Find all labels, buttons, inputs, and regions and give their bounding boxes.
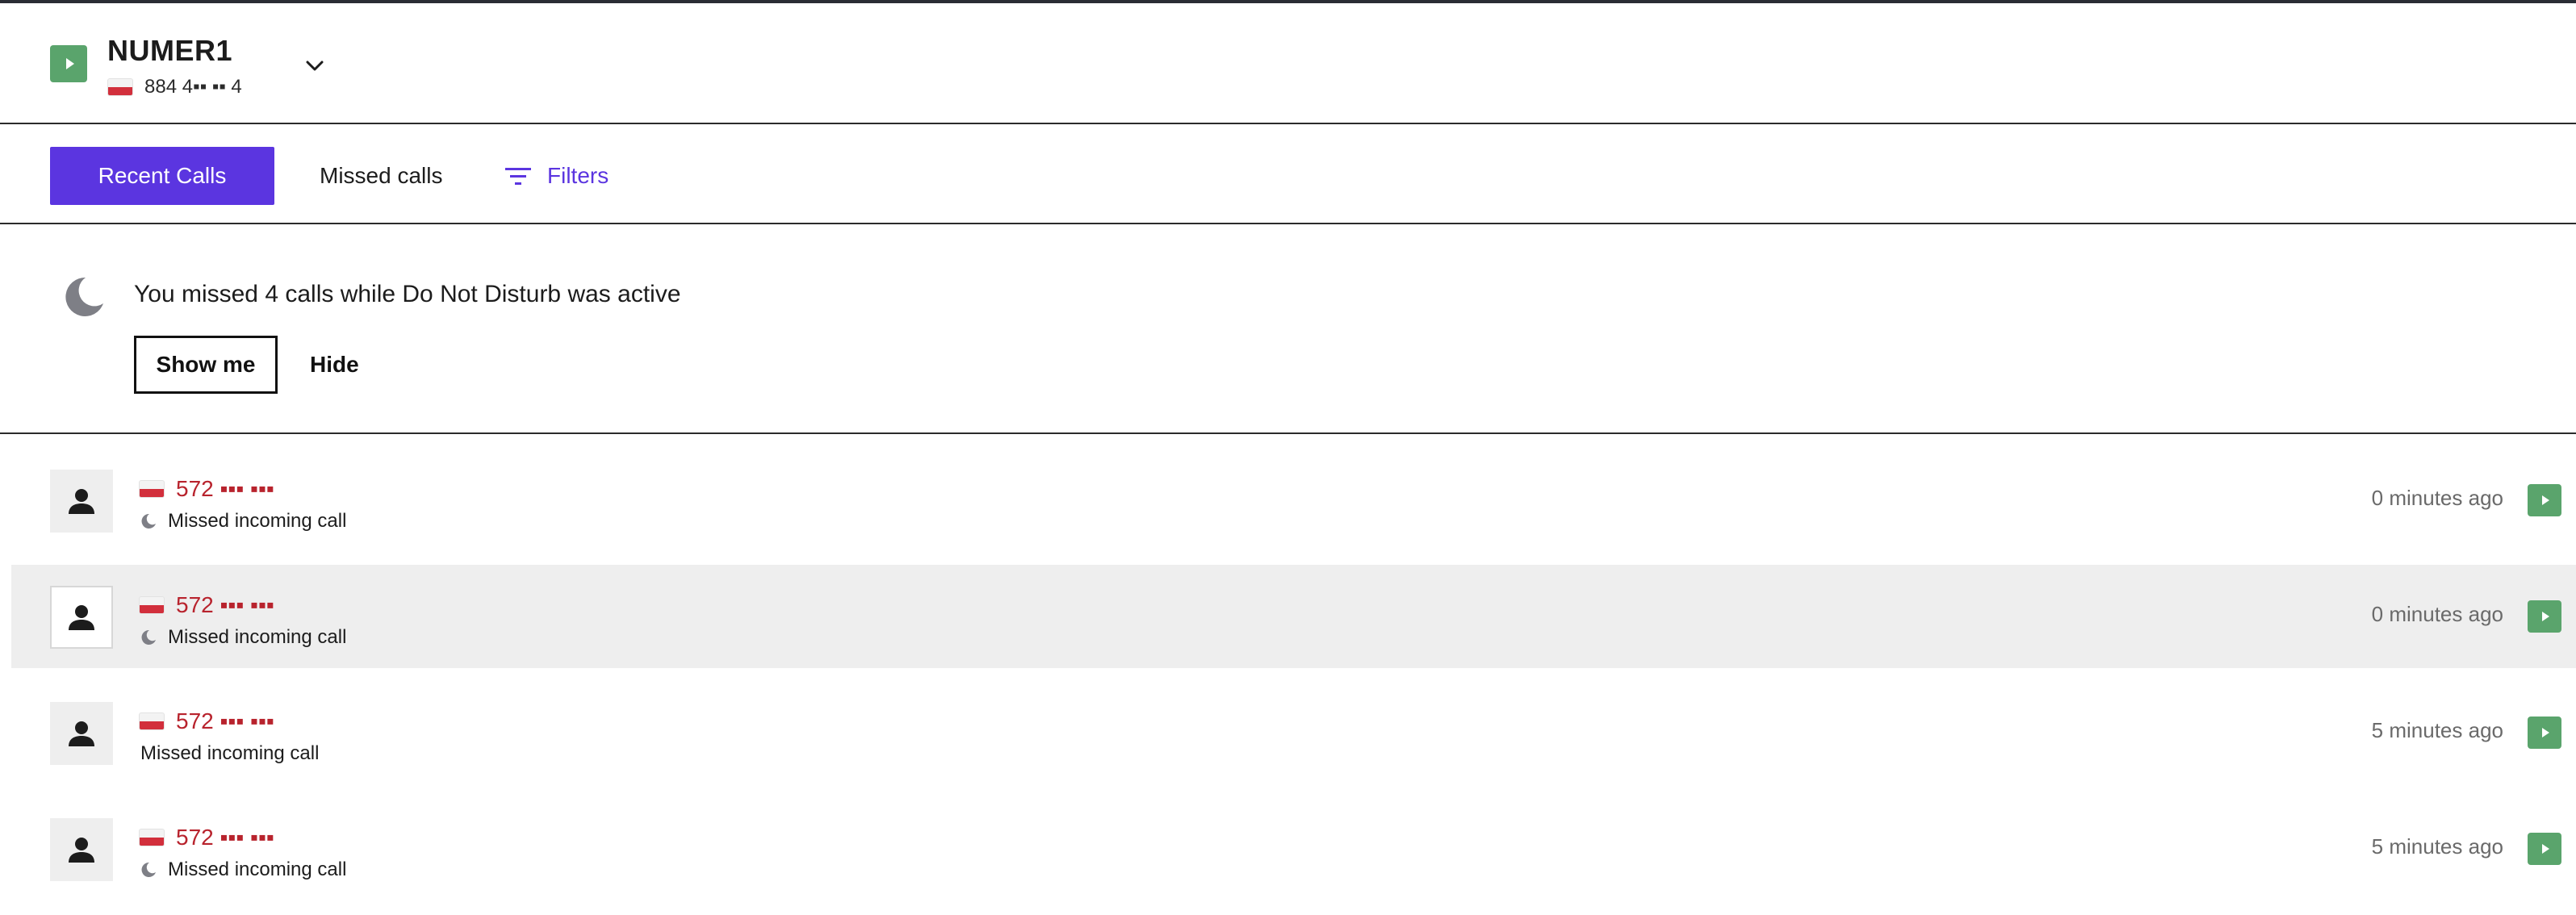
person-icon	[69, 838, 94, 863]
moon-icon	[61, 274, 107, 324]
call-time: 0 minutes ago	[2371, 602, 2503, 626]
hide-button[interactable]: Hide	[310, 336, 359, 394]
call-time: 5 minutes ago	[2371, 834, 2503, 859]
caller-number: 572 ▪▪▪ ▪▪▪	[176, 476, 274, 501]
play-icon	[2542, 612, 2549, 621]
call-status: Missed incoming call	[140, 626, 346, 649]
filters-label: Filters	[547, 163, 609, 188]
line-number: 884 4▪▪ ▪▪ 4	[144, 76, 242, 98]
caller: 572 ▪▪▪ ▪▪▪	[139, 476, 274, 502]
person-icon	[69, 721, 94, 746]
call-tabs: Recent Calls Missed calls Filters	[0, 126, 2576, 224]
call-time: 0 minutes ago	[2371, 486, 2503, 510]
call-time: 5 minutes ago	[2371, 718, 2503, 742]
poland-flag-icon	[139, 480, 165, 498]
call-row[interactable]: 572 ▪▪▪ ▪▪▪ Missed incoming call 5 minut…	[0, 797, 2576, 900]
call-status-text: Missed incoming call	[140, 742, 320, 764]
call-status: Missed incoming call	[140, 859, 346, 881]
line-badge[interactable]	[50, 45, 87, 82]
caller: 572 ▪▪▪ ▪▪▪	[139, 708, 274, 734]
call-status-text: Missed incoming call	[168, 510, 347, 532]
line-dropdown-button[interactable]	[302, 53, 328, 79]
caller-number: 572 ▪▪▪ ▪▪▪	[176, 592, 274, 617]
filter-icon	[505, 166, 531, 186]
call-play-button[interactable]	[2528, 484, 2561, 516]
line-name: NUMER1	[107, 34, 233, 67]
play-icon	[65, 58, 74, 69]
caller-number: 572 ▪▪▪ ▪▪▪	[176, 708, 274, 733]
filters-button[interactable]: Filters	[505, 147, 608, 205]
call-status-text: Missed incoming call	[168, 859, 347, 880]
poland-flag-icon	[107, 78, 133, 96]
dnd-notice-text: You missed 4 calls while Do Not Disturb …	[134, 281, 681, 307]
call-row[interactable]: 572 ▪▪▪ ▪▪▪ Missed incoming call 0 minut…	[0, 449, 2576, 552]
call-row[interactable]: 572 ▪▪▪ ▪▪▪ Missed incoming call 5 minut…	[0, 681, 2576, 784]
call-status: Missed incoming call	[140, 742, 319, 765]
caller: 572 ▪▪▪ ▪▪▪	[139, 825, 274, 850]
tab-recent-calls[interactable]: Recent Calls	[50, 147, 274, 205]
call-row[interactable]: 572 ▪▪▪ ▪▪▪ Missed incoming call 0 minut…	[11, 565, 2576, 668]
call-play-button[interactable]	[2528, 600, 2561, 633]
person-icon	[69, 605, 94, 630]
avatar	[50, 818, 113, 881]
show-me-button[interactable]: Show me	[134, 336, 278, 394]
moon-icon	[140, 862, 157, 878]
poland-flag-icon	[139, 829, 165, 846]
tab-missed-calls[interactable]: Missed calls	[320, 147, 442, 205]
avatar	[50, 586, 113, 649]
play-icon	[2542, 495, 2549, 505]
line-number-row: 884 4▪▪ ▪▪ 4	[107, 76, 242, 98]
chevron-down-icon	[306, 61, 324, 71]
play-icon	[2542, 728, 2549, 737]
call-list: 572 ▪▪▪ ▪▪▪ Missed incoming call 0 minut…	[0, 436, 2576, 900]
moon-icon	[140, 513, 157, 529]
call-play-button[interactable]	[2528, 833, 2561, 865]
line-header: NUMER1 884 4▪▪ ▪▪ 4	[0, 3, 2576, 124]
poland-flag-icon	[139, 596, 165, 614]
moon-icon	[140, 629, 157, 646]
avatar	[50, 470, 113, 533]
dnd-notice: You missed 4 calls while Do Not Disturb …	[0, 224, 2576, 434]
caller-number: 572 ▪▪▪ ▪▪▪	[176, 825, 274, 850]
call-status-text: Missed incoming call	[168, 626, 347, 648]
avatar	[50, 702, 113, 765]
call-play-button[interactable]	[2528, 717, 2561, 749]
caller: 572 ▪▪▪ ▪▪▪	[139, 592, 274, 618]
call-status: Missed incoming call	[140, 510, 346, 533]
person-icon	[69, 489, 94, 514]
poland-flag-icon	[139, 712, 165, 730]
play-icon	[2542, 844, 2549, 854]
